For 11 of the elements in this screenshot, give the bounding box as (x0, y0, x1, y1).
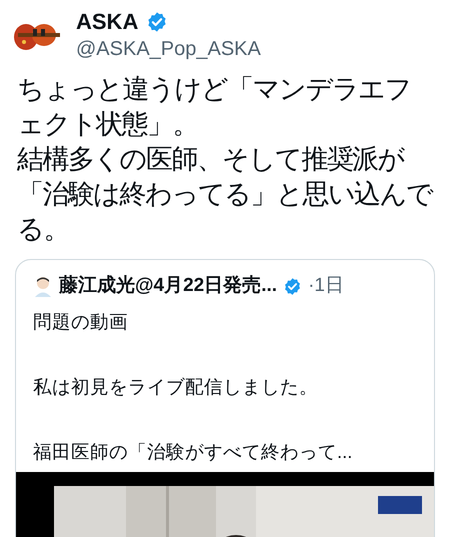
quoted-text: 問題の動画 (33, 310, 129, 334)
author-name[interactable]: ASKA (76, 8, 138, 36)
quoted-text: 私は初見をライブ配信しました。 (33, 374, 319, 398)
quoted-text: 福田医師の「治験がすべて終わって... (33, 440, 354, 464)
tweet-text: ちょっと違うけど「マンデラエフェクト状態」。 (17, 73, 412, 142)
quoted-time: ·1日 (308, 274, 344, 298)
quoted-author-name[interactable]: 藤江成光@4月22日発売... (59, 272, 278, 300)
person-avatar-icon (33, 275, 53, 298)
quoted-tweet-card[interactable]: 藤江成光@4月22日発売... ·1日 問題の動画 私は初見をライブ配信しました。 福田医師の「治験がすべて終わって... (15, 259, 435, 537)
author-handle[interactable]: @ASKA_Pop_ASKA (76, 36, 261, 62)
tweet-text: 結構多くの医師、そして推奨派が「治験は終わってる」と思い込んでる。 (17, 143, 434, 247)
